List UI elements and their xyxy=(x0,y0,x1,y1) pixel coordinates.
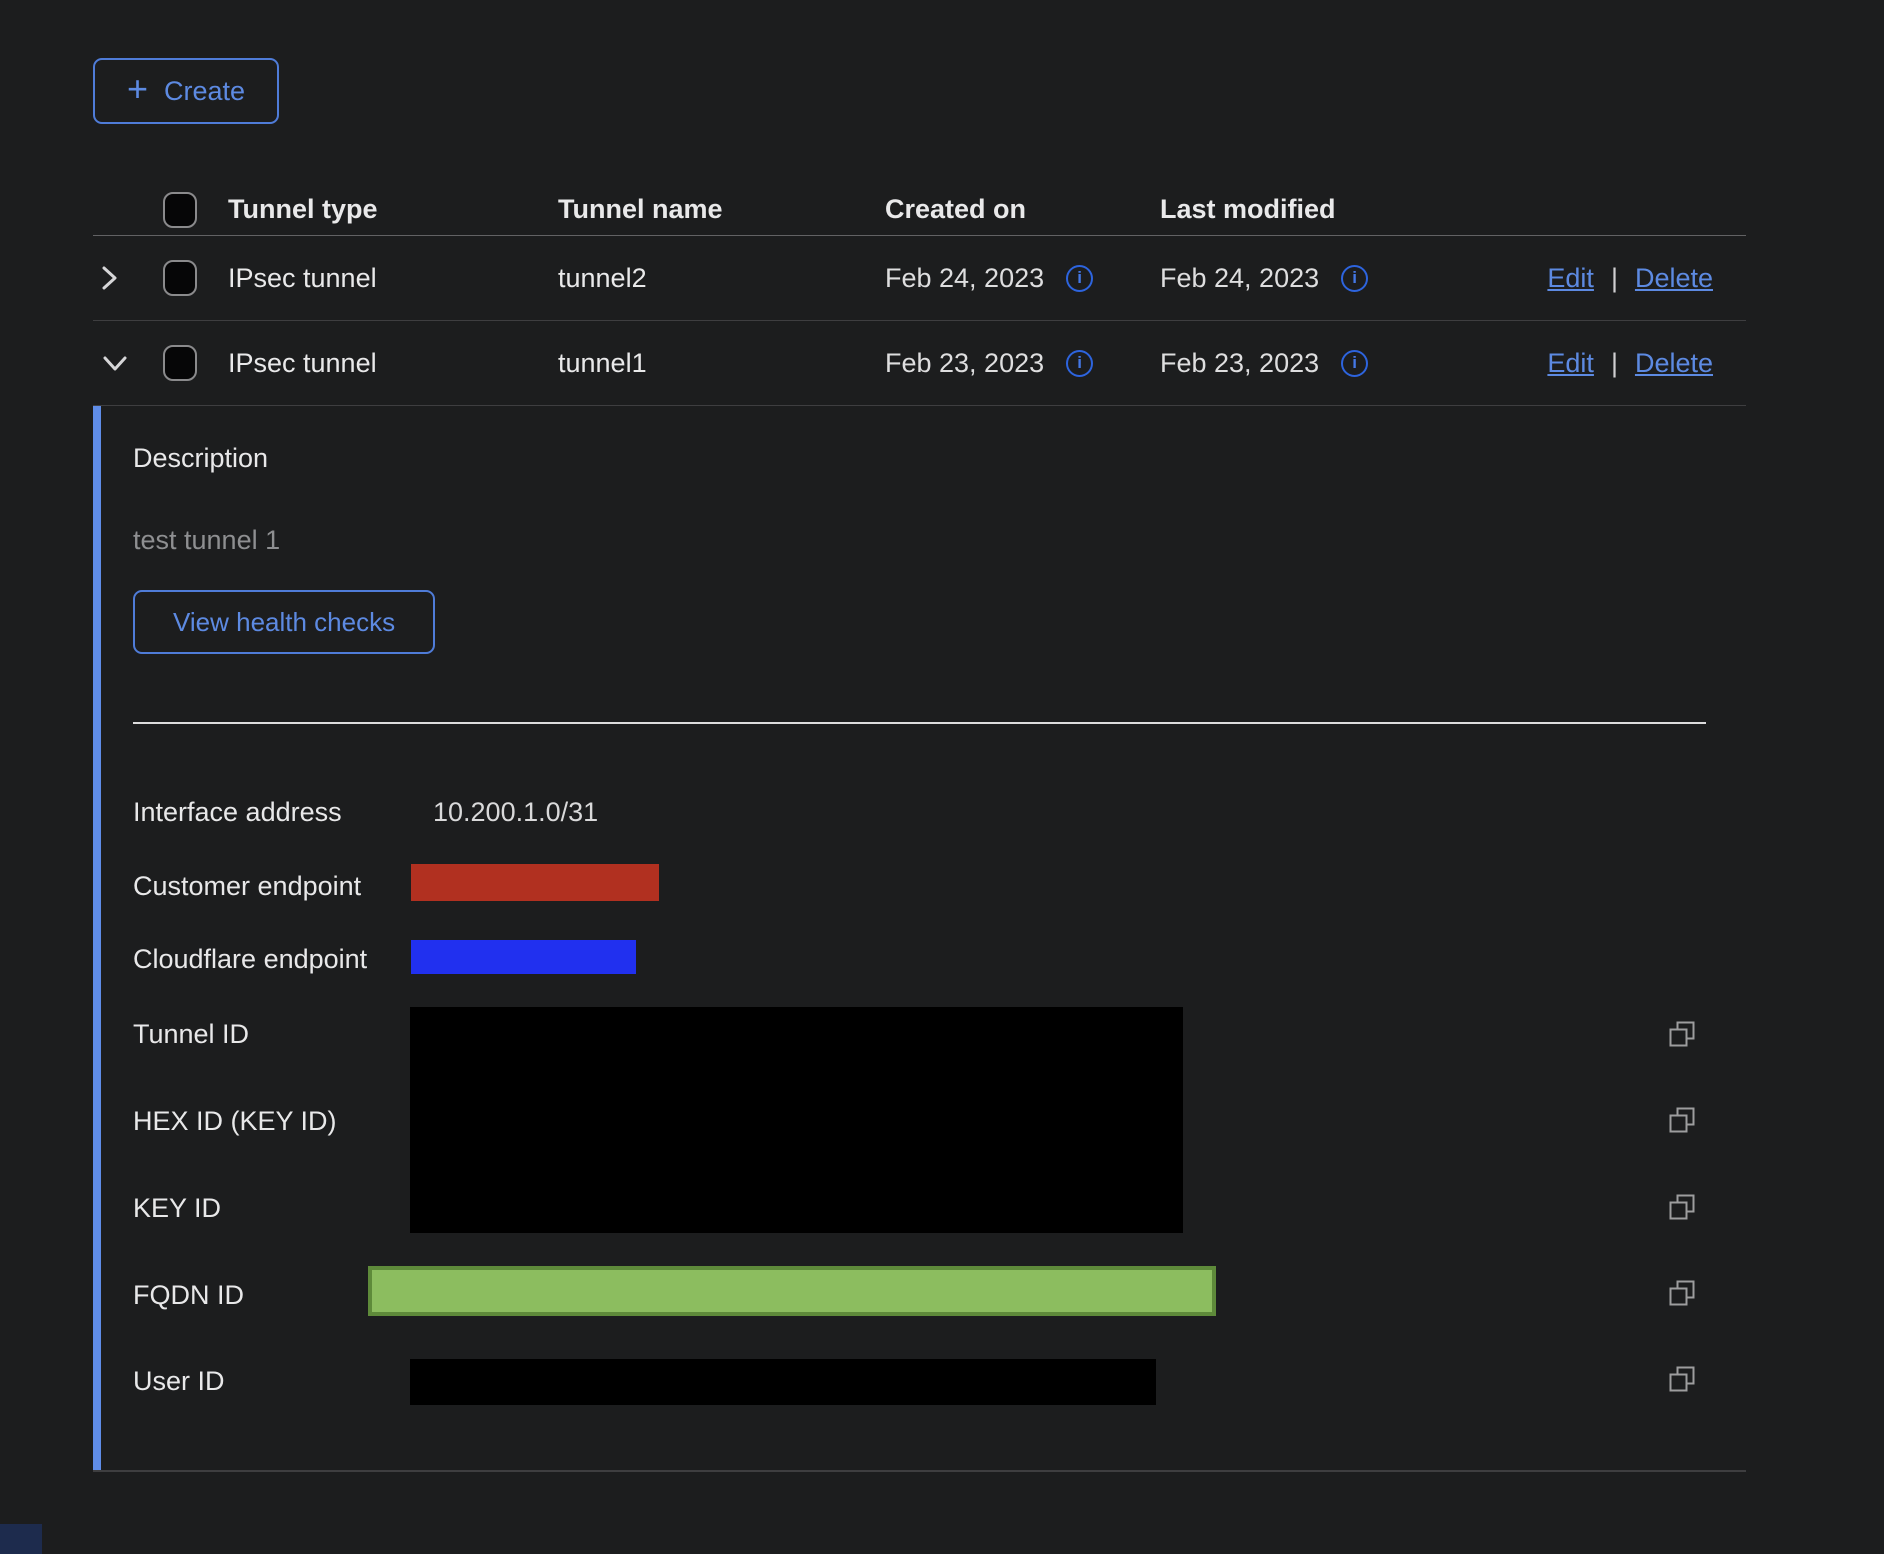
created-on-cell: Feb 24, 2023 xyxy=(885,263,1044,294)
created-on-cell: Feb 23, 2023 xyxy=(885,348,1044,379)
copy-key-id-button[interactable] xyxy=(1669,1194,1696,1221)
tunnel-name-cell: tunnel1 xyxy=(558,348,885,379)
copy-icon xyxy=(1669,1366,1696,1393)
chevron-right-icon xyxy=(101,264,118,292)
edit-link[interactable]: Edit xyxy=(1547,348,1594,379)
tunnel-id-label: Tunnel ID xyxy=(133,1018,249,1050)
info-icon[interactable]: i xyxy=(1066,265,1093,292)
column-header-tunnel-type: Tunnel type xyxy=(228,194,558,225)
copy-icon xyxy=(1669,1280,1696,1307)
expanded-row-accent-bar xyxy=(93,406,101,1470)
bottom-left-accent xyxy=(0,1524,42,1554)
tunnel-type-cell: IPsec tunnel xyxy=(228,263,558,294)
user-id-label: User ID xyxy=(133,1365,225,1397)
table-row: IPsec tunnel tunnel2 Feb 24, 2023 i Feb … xyxy=(93,236,1746,321)
info-icon[interactable]: i xyxy=(1341,265,1368,292)
row-checkbox[interactable] xyxy=(163,345,197,381)
fqdn-id-label: FQDN ID xyxy=(133,1279,244,1311)
tunnel-type-cell: IPsec tunnel xyxy=(228,348,558,379)
copy-user-id-button[interactable] xyxy=(1669,1366,1696,1393)
copy-fqdn-id-button[interactable] xyxy=(1669,1280,1696,1307)
info-icon[interactable]: i xyxy=(1341,350,1368,377)
description-value: test tunnel 1 xyxy=(133,524,280,556)
copy-tunnel-id-button[interactable] xyxy=(1669,1021,1696,1048)
view-health-checks-button[interactable]: View health checks xyxy=(133,590,435,654)
last-modified-cell: Feb 23, 2023 xyxy=(1160,348,1319,379)
ids-redacted-value-block xyxy=(410,1007,1183,1233)
tunnels-table: Tunnel type Tunnel name Created on Last … xyxy=(93,184,1746,1472)
table-header-row: Tunnel type Tunnel name Created on Last … xyxy=(93,184,1746,236)
create-button-label: Create xyxy=(164,76,245,107)
copy-hex-id-button[interactable] xyxy=(1669,1107,1696,1134)
hex-id-label: HEX ID (KEY ID) xyxy=(133,1105,337,1137)
cloudflare-endpoint-label: Cloudflare endpoint xyxy=(133,943,367,975)
delete-link[interactable]: Delete xyxy=(1635,263,1713,294)
fqdn-id-redacted-value xyxy=(368,1266,1216,1316)
action-separator: | xyxy=(1611,263,1618,294)
user-id-redacted-value xyxy=(410,1359,1156,1405)
cloudflare-endpoint-redacted-value xyxy=(411,940,636,974)
last-modified-cell: Feb 24, 2023 xyxy=(1160,263,1319,294)
tunnel-name-cell: tunnel2 xyxy=(558,263,885,294)
table-row: IPsec tunnel tunnel1 Feb 23, 2023 i Feb … xyxy=(93,321,1746,406)
customer-endpoint-redacted-value xyxy=(411,864,659,901)
column-header-last-modified: Last modified xyxy=(1160,194,1460,225)
key-id-label: KEY ID xyxy=(133,1192,221,1224)
row-checkbox[interactable] xyxy=(163,260,197,296)
collapse-row-button[interactable] xyxy=(101,355,129,372)
select-all-checkbox[interactable] xyxy=(163,192,197,228)
copy-icon xyxy=(1669,1021,1696,1048)
info-icon[interactable]: i xyxy=(1066,350,1093,377)
copy-icon xyxy=(1669,1194,1696,1221)
expand-row-button[interactable] xyxy=(101,264,118,292)
column-header-tunnel-name: Tunnel name xyxy=(558,194,885,225)
tunnel-detail-panel: Description test tunnel 1 View health ch… xyxy=(93,406,1746,1472)
copy-icon xyxy=(1669,1107,1696,1134)
page-content: + Create Tunnel type Tunnel name Created… xyxy=(0,0,1884,1472)
plus-icon: + xyxy=(127,71,148,107)
column-header-created-on: Created on xyxy=(885,194,1160,225)
interface-address-value: 10.200.1.0/31 xyxy=(433,796,598,828)
description-label: Description xyxy=(133,442,268,474)
action-separator: | xyxy=(1611,348,1618,379)
edit-link[interactable]: Edit xyxy=(1547,263,1594,294)
section-divider xyxy=(133,722,1706,724)
create-button[interactable]: + Create xyxy=(93,58,279,124)
interface-address-label: Interface address xyxy=(133,796,342,828)
delete-link[interactable]: Delete xyxy=(1635,348,1713,379)
customer-endpoint-label: Customer endpoint xyxy=(133,870,361,902)
chevron-down-icon xyxy=(101,355,129,372)
